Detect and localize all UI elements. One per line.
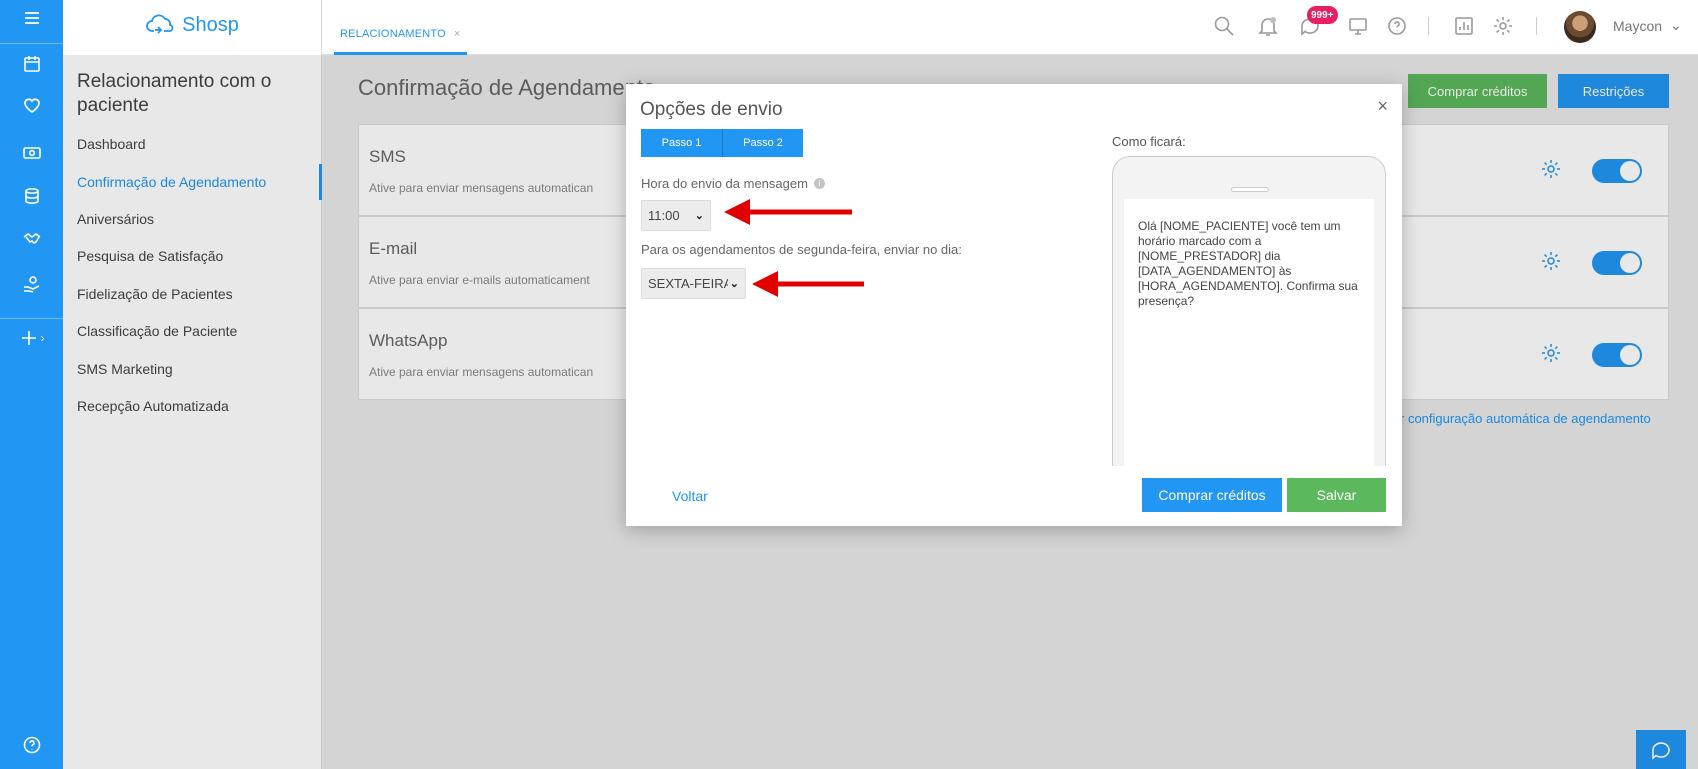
send-time-label: Hora do envio da mensagem i	[641, 176, 825, 191]
send-time-value: 11:00	[648, 208, 680, 223]
tab-relacionamento[interactable]: RELACIONAMENTO ×	[334, 16, 467, 55]
info-icon[interactable]: i	[813, 178, 825, 189]
topbar-divider	[1428, 17, 1429, 35]
logo-text: Shosp	[182, 13, 239, 36]
notification-badge: 999+	[1307, 6, 1338, 24]
monitor-icon[interactable]	[1346, 14, 1370, 38]
report-icon[interactable]	[1452, 14, 1476, 38]
phone-preview: Olá [NOME_PACIENTE] você tem um horário …	[1112, 156, 1386, 466]
cash-icon[interactable]	[0, 135, 63, 171]
red-arrow-annotation	[724, 199, 852, 225]
chevron-down-icon: ⌄	[694, 210, 704, 222]
modal-buy-credits-button[interactable]: Comprar créditos	[1142, 478, 1282, 512]
icon-rail: ›	[0, 0, 63, 769]
phone-speaker	[1231, 187, 1269, 192]
topbar-divider	[1536, 17, 1537, 35]
avatar[interactable]	[1564, 11, 1596, 43]
step-tabs: Passo 1 Passo 2	[641, 129, 803, 157]
send-time-label-text: Hora do envio da mensagem	[641, 176, 808, 191]
save-button[interactable]: Salvar	[1287, 478, 1386, 512]
weekday-value: SEXTA-FEIRA	[648, 276, 728, 291]
menu-icon[interactable]	[0, 0, 63, 36]
weekday-label: Para os agendamentos de segunda-feira, e…	[641, 242, 962, 257]
settings-icon[interactable]	[1491, 14, 1515, 38]
modal-title: Opções de envio	[640, 99, 783, 120]
step-2-tab[interactable]: Passo 2	[722, 129, 803, 157]
rail-divider	[0, 43, 63, 44]
calendar-icon[interactable]	[0, 46, 63, 82]
step-1-tab[interactable]: Passo 1	[641, 129, 722, 157]
help-icon[interactable]	[0, 727, 63, 763]
search-icon[interactable]	[1212, 14, 1236, 38]
help-circle-icon[interactable]	[1385, 14, 1409, 38]
send-time-select[interactable]: 11:00 ⌄	[641, 200, 711, 231]
close-icon[interactable]: ×	[1377, 96, 1388, 117]
message-preview: Olá [NOME_PACIENTE] você tem um horário …	[1124, 199, 1374, 466]
send-options-modal: Opções de envio × Passo 1 Passo 2 Hora d…	[626, 84, 1402, 526]
chevron-right-icon: ›	[40, 331, 45, 345]
handshake-icon[interactable]	[0, 221, 63, 257]
chevron-down-icon: ⌄	[729, 278, 739, 290]
database-icon[interactable]	[0, 178, 63, 214]
user-name: Maycon	[1613, 17, 1663, 34]
cloud-logo-icon	[146, 14, 174, 34]
red-arrow-annotation	[752, 271, 864, 297]
preview-label: Como ficará:	[1112, 134, 1186, 149]
hand-money-icon[interactable]	[0, 266, 63, 302]
bell-icon[interactable]	[1256, 14, 1280, 38]
heart-icon[interactable]	[0, 87, 63, 123]
back-link[interactable]: Voltar	[672, 488, 708, 504]
user-menu[interactable]: Maycon ⌄	[1613, 17, 1682, 34]
weekday-select[interactable]: SEXTA-FEIRA ⌄	[641, 268, 746, 299]
rail-divider	[0, 318, 63, 319]
tab-close-icon[interactable]: ×	[454, 28, 461, 40]
logo[interactable]: Shosp	[63, 0, 322, 50]
plus-icon[interactable]: ›	[0, 320, 63, 356]
chevron-down-icon: ⌄	[1670, 17, 1682, 33]
tab-label: RELACIONAMENTO	[340, 28, 446, 40]
